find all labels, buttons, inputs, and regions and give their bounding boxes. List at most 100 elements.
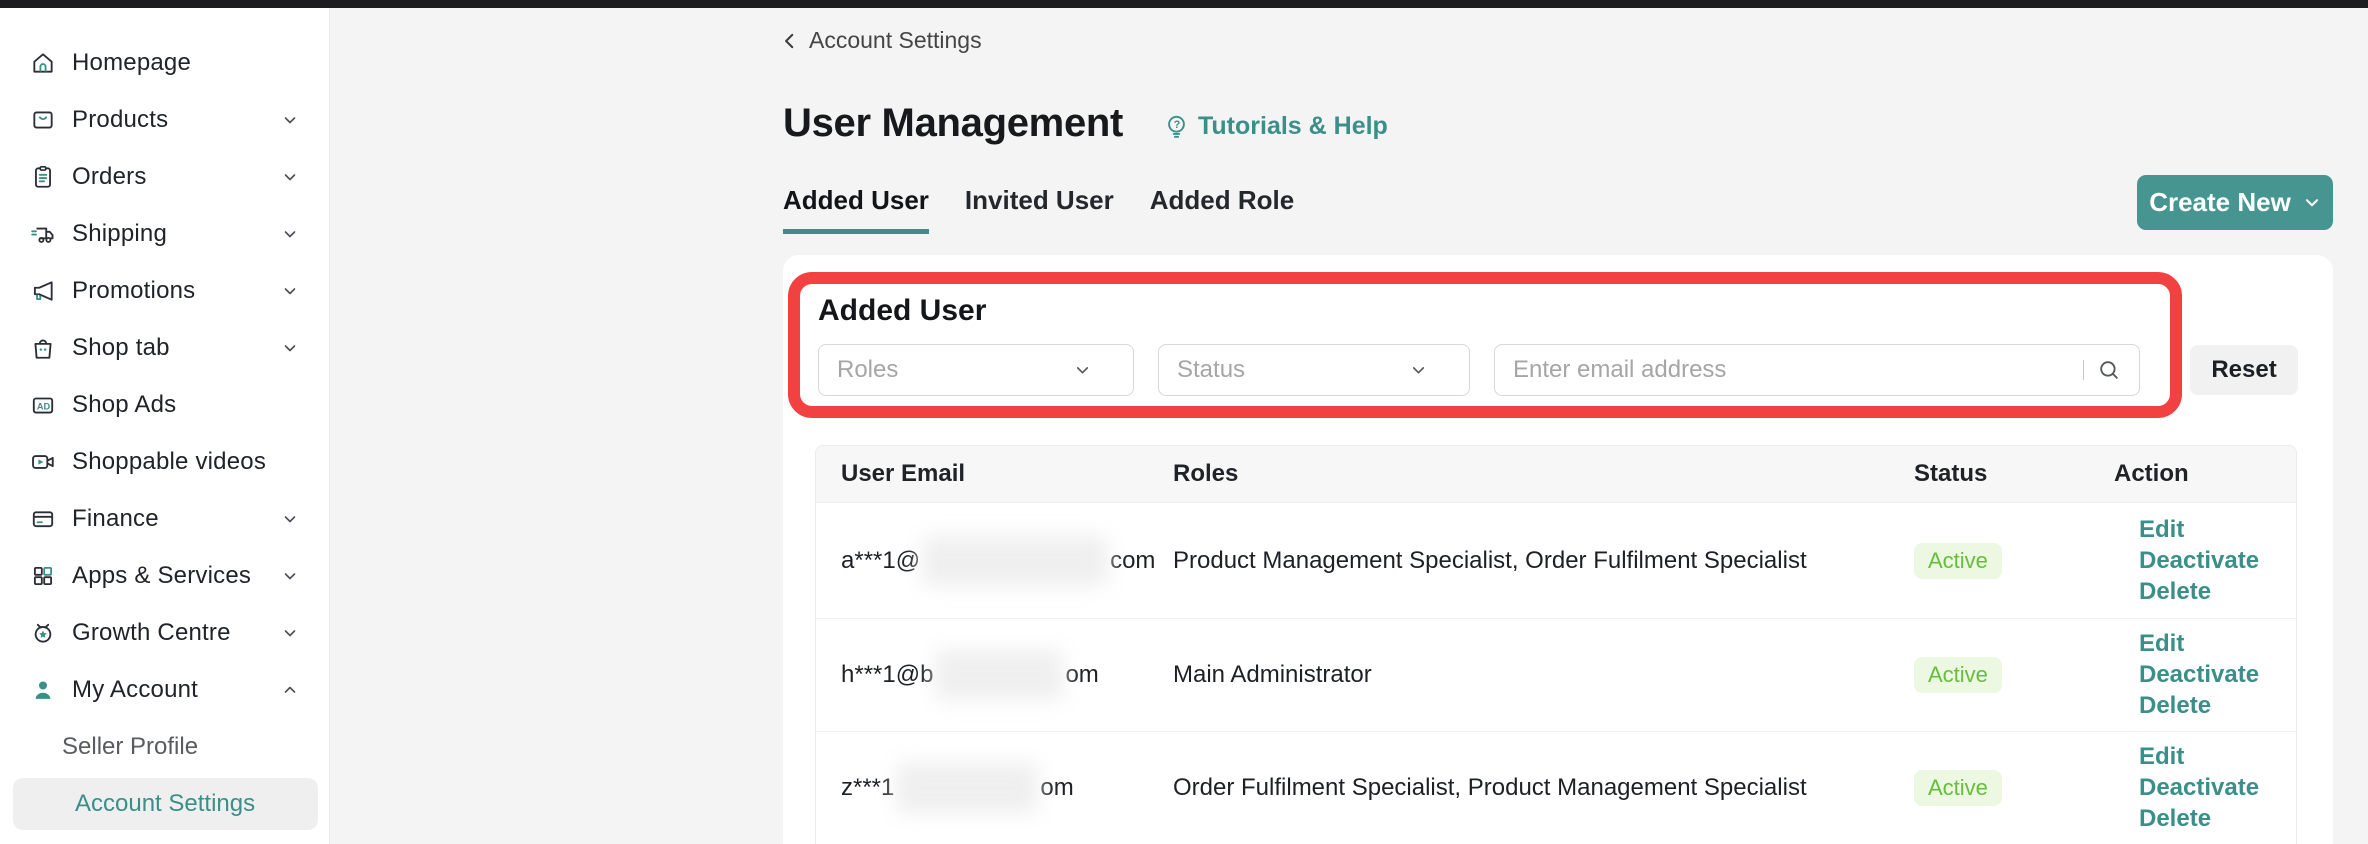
edit-link[interactable]: Edit: [2139, 516, 2297, 544]
status-cell: Active: [1914, 657, 2114, 693]
users-table: User Email Roles Status Action a***1@ co…: [815, 445, 2297, 844]
delete-link[interactable]: Delete: [2139, 692, 2297, 720]
email-suffix: om: [1065, 661, 1098, 689]
delete-link[interactable]: Delete: [2139, 578, 2297, 606]
sidebar-item-growth-centre[interactable]: Growth Centre: [0, 605, 330, 661]
roles-cell: Main Administrator: [1173, 661, 1914, 689]
tab-invited-user[interactable]: Invited User: [965, 185, 1114, 234]
breadcrumb-label: Account Settings: [809, 27, 982, 54]
sidebar-item-my-account[interactable]: My Account: [0, 662, 330, 718]
sidebar-item-label: Shipping: [72, 220, 167, 248]
status-filter-select[interactable]: Status: [1158, 344, 1470, 396]
edit-link[interactable]: Edit: [2139, 630, 2297, 658]
tutorials-help-label: Tutorials & Help: [1198, 112, 1388, 141]
sidebar-item-shop-tab[interactable]: Shop tab: [0, 320, 330, 376]
table-header-row: User Email Roles Status Action: [816, 446, 2296, 503]
redaction-blur: [935, 650, 1063, 700]
svg-text:?: ?: [1174, 119, 1181, 131]
chevron-down-icon: [1074, 362, 1091, 379]
roles-placeholder: Roles: [837, 356, 898, 384]
sidebar-item-label: Shoppable videos: [72, 448, 266, 476]
text-cursor: [2083, 360, 2084, 380]
sidebar: Homepage Products Orders Shipping: [0, 8, 330, 844]
sidebar-item-label: Products: [72, 106, 168, 134]
sidebar-item-shoppable-videos[interactable]: Shoppable videos: [0, 434, 330, 490]
chevron-down-icon: [282, 625, 298, 641]
chevron-down-icon: [282, 283, 298, 299]
breadcrumb[interactable]: Account Settings: [780, 27, 982, 54]
video-camera-icon: [30, 449, 56, 475]
page: Homepage Products Orders Shipping: [0, 0, 2368, 844]
user-email-cell: z***1 om: [816, 763, 1173, 813]
chevron-down-icon: [282, 112, 298, 128]
sidebar-item-shipping[interactable]: Shipping: [0, 206, 330, 262]
actions-cell: Edit Deactivate Delete: [2114, 630, 2297, 720]
chevron-down-icon: [2303, 194, 2321, 212]
chevron-down-icon: [282, 568, 298, 584]
person-icon: [30, 677, 56, 703]
email-search-input[interactable]: [1494, 344, 2140, 396]
tutorials-help-link[interactable]: ? Tutorials & Help: [1163, 112, 1388, 141]
sidebar-subitem-seller-profile[interactable]: Seller Profile: [0, 721, 330, 773]
deactivate-link[interactable]: Deactivate: [2139, 547, 2297, 575]
email-prefix: a***1@: [841, 547, 920, 575]
sidebar-item-homepage[interactable]: Homepage: [0, 35, 330, 91]
create-new-button[interactable]: Create New: [2137, 175, 2333, 230]
status-badge: Active: [1914, 770, 2002, 806]
shop-ads-icon: AD: [30, 392, 56, 418]
page-title: User Management: [783, 101, 1123, 146]
sidebar-subitem-account-settings[interactable]: Account Settings: [13, 778, 318, 830]
shop-bag-icon: [30, 335, 56, 361]
status-badge: Active: [1914, 657, 2002, 693]
sidebar-item-shop-ads[interactable]: AD Shop Ads: [0, 377, 330, 433]
column-header-user-email: User Email: [816, 460, 1173, 488]
deactivate-link[interactable]: Deactivate: [2139, 661, 2297, 689]
table-row: z***1 om Order Fulfilment Specialist, Pr…: [816, 732, 2296, 844]
sidebar-item-products[interactable]: Products: [0, 92, 330, 148]
chevron-down-icon: [282, 340, 298, 356]
sidebar-item-label: Homepage: [72, 49, 191, 77]
column-header-roles: Roles: [1173, 460, 1914, 488]
growth-centre-icon: [30, 620, 56, 646]
table-row: a***1@ com Product Management Specialist…: [816, 503, 2296, 619]
chevron-down-icon: [282, 169, 298, 185]
sidebar-item-apps-services[interactable]: Apps & Services: [0, 548, 330, 604]
tab-added-user[interactable]: Added User: [783, 185, 929, 234]
tab-bar: Added User Invited User Added Role: [783, 185, 1294, 234]
panel-heading: Added User: [818, 294, 986, 328]
sidebar-item-label: Orders: [72, 163, 147, 191]
search-icon[interactable]: [2096, 357, 2122, 383]
email-prefix: z***1: [841, 774, 894, 802]
delete-link[interactable]: Delete: [2139, 805, 2297, 833]
promotions-icon: [30, 278, 56, 304]
actions-cell: Edit Deactivate Delete: [2114, 516, 2297, 606]
column-header-status: Status: [1914, 460, 2114, 488]
chevron-down-icon: [282, 511, 298, 527]
sidebar-item-label: Apps & Services: [72, 562, 251, 590]
status-placeholder: Status: [1177, 356, 1245, 384]
status-badge: Active: [1914, 543, 2002, 579]
edit-link[interactable]: Edit: [2139, 743, 2297, 771]
deactivate-link[interactable]: Deactivate: [2139, 774, 2297, 802]
tab-added-role[interactable]: Added Role: [1150, 185, 1294, 234]
chevron-down-icon: [282, 226, 298, 242]
sidebar-item-label: Shop tab: [72, 334, 170, 362]
chevron-down-icon: [1410, 362, 1427, 379]
sidebar-subitem-label: Account Settings: [75, 790, 255, 818]
sidebar-item-finance[interactable]: Finance: [0, 491, 330, 547]
sidebar-item-orders[interactable]: Orders: [0, 149, 330, 205]
email-suffix: om: [1040, 774, 1073, 802]
status-cell: Active: [1914, 543, 2114, 579]
roles-cell: Product Management Specialist, Order Ful…: [1173, 547, 1914, 575]
sidebar-item-label: Growth Centre: [72, 619, 231, 647]
reset-button[interactable]: Reset: [2190, 345, 2298, 395]
sidebar-subitem-label: Seller Profile: [62, 733, 198, 761]
roles-filter-select[interactable]: Roles: [818, 344, 1134, 396]
sidebar-item-promotions[interactable]: Promotions: [0, 263, 330, 319]
email-suffix: com: [1110, 547, 1155, 575]
email-search-field: [1494, 344, 2140, 396]
chevron-up-icon: [282, 682, 298, 698]
home-icon: [30, 50, 56, 76]
email-prefix: h***1@b: [841, 661, 933, 689]
orders-icon: [30, 164, 56, 190]
